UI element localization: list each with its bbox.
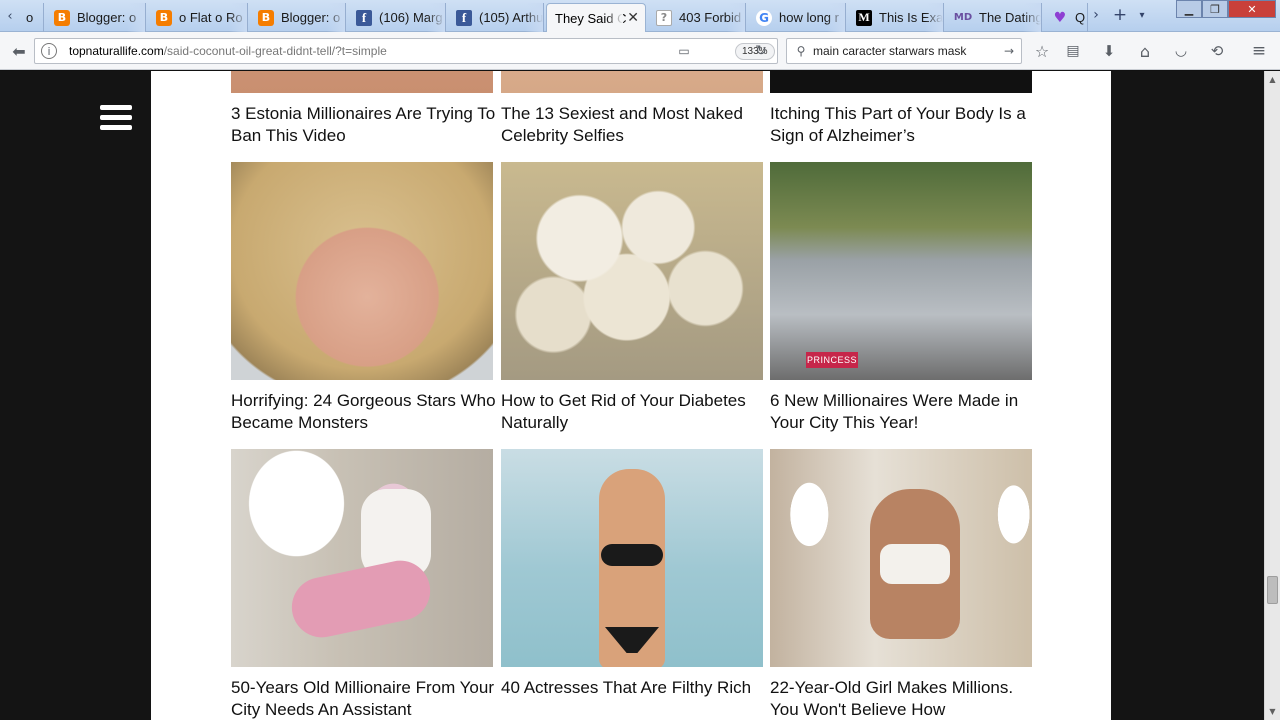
promo-caption[interactable]: 6 New Millionaires Were Made in Your Cit… — [770, 390, 1040, 434]
sync-icon[interactable]: ⟲ — [1207, 41, 1227, 61]
promo-caption[interactable]: 40 Actresses That Are Filthy Rich — [501, 677, 771, 699]
search-bar[interactable]: ⚲ main caracter starwars mask → — [786, 38, 1022, 64]
home-icon[interactable]: ⌂ — [1135, 41, 1155, 61]
blogger-icon: B — [156, 9, 172, 26]
scroll-down-icon[interactable]: ▼ — [1265, 703, 1280, 719]
navigation-bar: ⬅ i topnaturallife.com/said-coconut-oil-… — [0, 32, 1280, 70]
tab-11[interactable]: ♥ Q — [1044, 3, 1088, 32]
tab-title: o — [26, 10, 34, 25]
facebook-icon: f — [356, 9, 372, 26]
scroll-tabs-left-icon[interactable]: ‹ — [2, 0, 18, 32]
scroll-tabs-right-icon[interactable]: › — [1088, 4, 1104, 26]
tab-active[interactable]: They Said C ✕ — [546, 3, 646, 32]
promo-image[interactable] — [231, 449, 493, 667]
close-window-icon[interactable]: ✕ — [1228, 0, 1276, 18]
tab-5[interactable]: f (105) Arthu — [448, 3, 544, 32]
pocket-icon[interactable]: ◡ — [1171, 41, 1191, 61]
promo-caption[interactable]: 22-Year-Old Girl Makes Millions. You Won… — [770, 677, 1040, 720]
promo-image[interactable] — [770, 71, 1032, 93]
url-host: topnaturallife.com — [69, 44, 164, 58]
url-path: /said-coconut-oil-great-didnt-tell/?t=si… — [163, 44, 387, 58]
new-tab-icon[interactable]: + — [1110, 4, 1130, 26]
facebook-icon: f — [456, 9, 472, 26]
blogger-icon: B — [258, 9, 274, 26]
medium-icon: M — [856, 9, 872, 26]
url-bar[interactable]: i topnaturallife.com/said-coconut-oil-gr… — [34, 38, 778, 64]
site-info-icon[interactable]: i — [41, 43, 57, 59]
license-plate: PRINCESS — [806, 352, 858, 368]
promo-caption[interactable]: Horrifying: 24 Gorgeous Stars Who Became… — [231, 390, 501, 434]
bookmark-star-icon[interactable]: ☆ — [1032, 41, 1052, 61]
tab-strip: ‹ o B Blogger: o B o Flat o Ro B Blogger… — [0, 0, 1280, 32]
tab-10[interactable]: MD The Dating — [946, 3, 1042, 32]
tab-4[interactable]: f (106) Marg — [348, 3, 446, 32]
promo-image[interactable]: PRINCESS — [770, 162, 1032, 380]
promo-caption[interactable]: 50-Years Old Millionaire From Your City … — [231, 677, 501, 720]
promo-caption[interactable]: The 13 Sexiest and Most Naked Celebrity … — [501, 103, 771, 147]
bookmarks-menu-icon[interactable]: ▤ — [1063, 41, 1083, 61]
search-icon: ⚲ — [796, 44, 806, 58]
promo-caption[interactable]: Itching This Part of Your Body Is a Sign… — [770, 103, 1040, 147]
search-go-icon[interactable]: → — [1001, 43, 1017, 59]
question-icon: ? — [656, 9, 672, 26]
tab-2[interactable]: B o Flat o Ro — [148, 3, 248, 32]
scroll-up-icon[interactable]: ▲ — [1265, 71, 1280, 87]
promo-image[interactable] — [231, 71, 493, 93]
promo-caption[interactable]: 3 Estonia Millionaires Are Trying To Ban… — [231, 103, 501, 147]
back-arrow-icon[interactable]: ⬅ — [8, 41, 30, 61]
promo-image[interactable] — [501, 71, 763, 93]
heart-icon: ♥ — [1053, 9, 1067, 26]
tab-7[interactable]: ? 403 Forbid — [648, 3, 746, 32]
reader-view-icon[interactable]: ▭ — [675, 43, 693, 59]
reload-icon[interactable]: ↻ — [751, 42, 771, 60]
google-icon: G — [756, 9, 772, 26]
promo-image[interactable] — [501, 449, 763, 667]
md-icon: MD — [953, 12, 973, 23]
open-menu-icon[interactable]: ≡ — [1249, 41, 1269, 61]
article-page: 3 Estonia Millionaires Are Trying To Ban… — [151, 71, 1111, 720]
site-menu-icon[interactable] — [100, 105, 132, 131]
vertical-scrollbar[interactable]: ▲ ▼ — [1264, 71, 1280, 720]
close-tab-icon[interactable]: ✕ — [627, 10, 639, 26]
scrollbar-thumb[interactable] — [1267, 576, 1278, 604]
maximize-icon[interactable]: ❐ — [1202, 0, 1228, 18]
promo-image[interactable] — [770, 449, 1032, 667]
promo-image[interactable] — [231, 162, 493, 380]
downloads-icon[interactable]: ⬇ — [1099, 41, 1119, 61]
promo-image[interactable] — [501, 162, 763, 380]
minimize-icon[interactable]: ▁ — [1176, 0, 1202, 18]
tab-0[interactable]: o — [18, 3, 44, 32]
tab-9[interactable]: M This Is Exac — [848, 3, 944, 32]
tab-title: Q — [1075, 10, 1086, 25]
promo-caption[interactable]: How to Get Rid of Your Diabetes Naturall… — [501, 390, 771, 434]
blogger-icon: B — [54, 9, 70, 26]
search-input[interactable]: main caracter starwars mask — [813, 44, 966, 58]
list-all-tabs-icon[interactable]: ▾ — [1132, 4, 1152, 26]
tab-8[interactable]: G how long r — [748, 3, 846, 32]
page-viewport: 3 Estonia Millionaires Are Trying To Ban… — [0, 71, 1264, 720]
url-text: topnaturallife.com/said-coconut-oil-grea… — [69, 44, 387, 58]
tab-3[interactable]: B Blogger: o — [250, 3, 346, 32]
tab-1[interactable]: B Blogger: o — [46, 3, 146, 32]
